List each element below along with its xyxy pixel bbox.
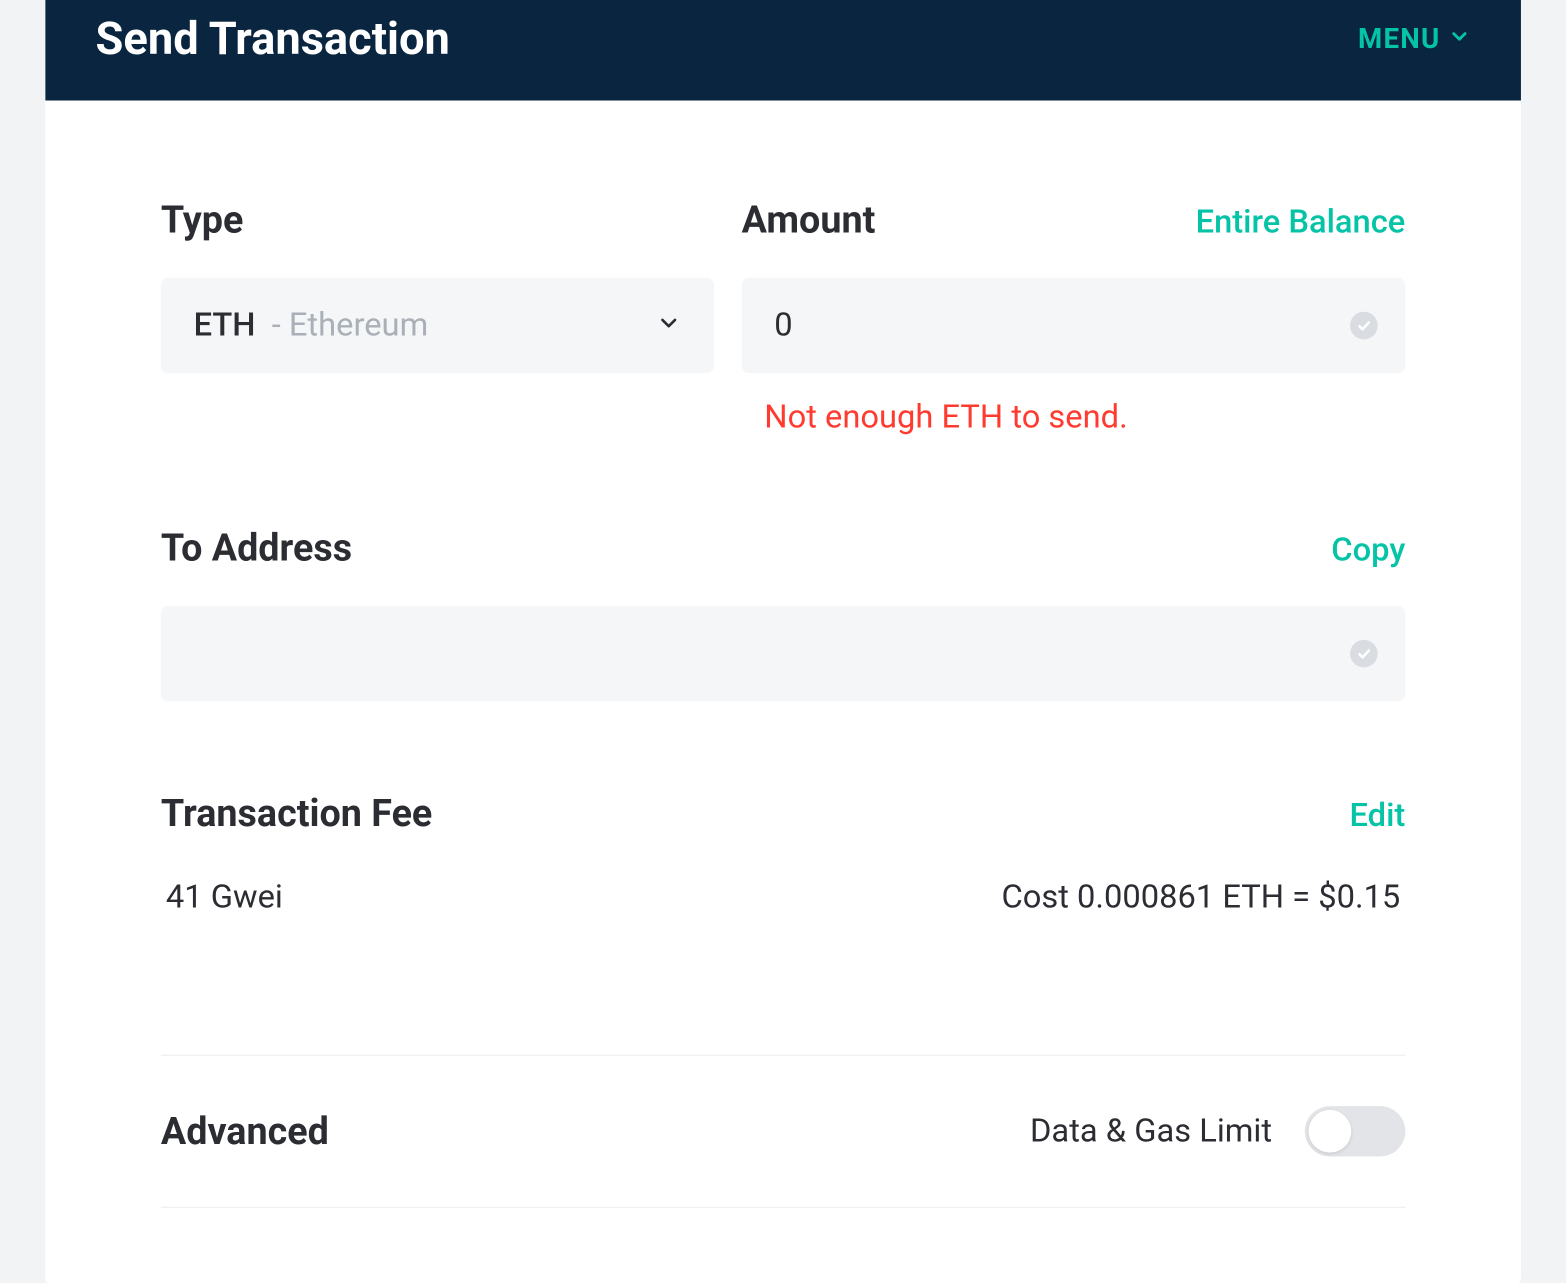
advanced-toggle[interactable] [1305, 1106, 1406, 1156]
fee-cost: Cost 0.000861 ETH = $0.15 [1001, 879, 1400, 917]
fee-edit-link[interactable]: Edit [1350, 797, 1406, 835]
copy-link[interactable]: Copy [1331, 532, 1405, 570]
fee-label: Transaction Fee [161, 792, 432, 836]
fee-gwei: 41 Gwei [166, 879, 283, 917]
toggle-knob [1309, 1110, 1352, 1153]
divider [161, 1055, 1405, 1056]
type-select[interactable]: ETH - Ethereum [161, 278, 714, 374]
chevron-down-icon [656, 310, 681, 340]
type-label: Type [161, 199, 243, 243]
menu-label: MENU [1358, 23, 1441, 54]
to-address-input[interactable] [194, 635, 1373, 673]
check-circle-icon [1350, 640, 1378, 668]
amount-label: Amount [742, 199, 876, 243]
amount-input-container [742, 278, 1406, 374]
advanced-label: Advanced [161, 1109, 329, 1153]
type-select-value: ETH - Ethereum [194, 307, 429, 345]
page-title: Send Transaction [96, 13, 450, 66]
chevron-down-icon [1448, 23, 1471, 54]
type-name: Ethereum [289, 307, 428, 345]
to-address-label: To Address [161, 527, 352, 571]
advanced-toggle-label: Data & Gas Limit [1030, 1112, 1272, 1150]
card-header: Send Transaction MENU [45, 0, 1521, 101]
menu-button[interactable]: MENU [1358, 23, 1471, 54]
amount-input[interactable] [774, 307, 1372, 345]
type-symbol: ETH [194, 307, 256, 345]
to-address-input-container [161, 606, 1405, 702]
entire-balance-link[interactable]: Entire Balance [1196, 204, 1406, 242]
check-circle-icon [1350, 312, 1378, 340]
amount-error: Not enough ETH to send. [742, 398, 1406, 436]
